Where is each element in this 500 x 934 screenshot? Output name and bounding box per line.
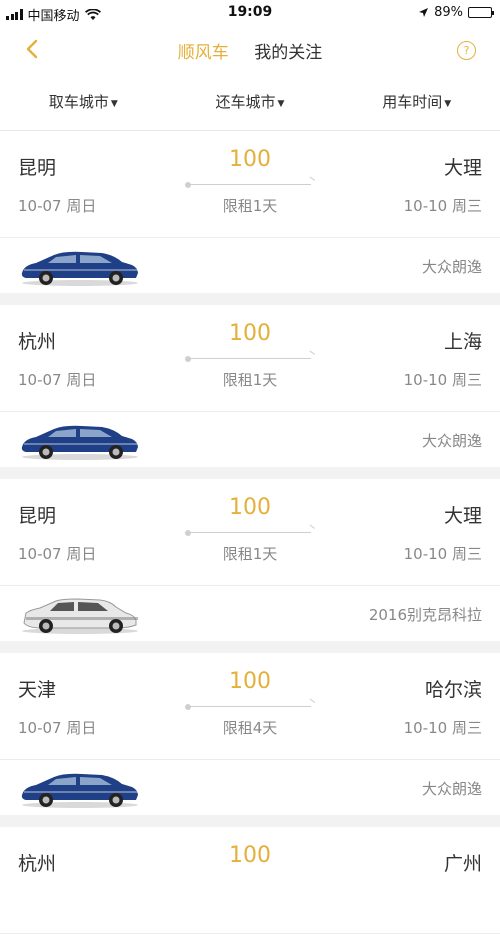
caret-down-icon: ▼ <box>277 99 285 109</box>
status-bar: 中国移动 19:09 89% <box>0 0 500 26</box>
listing-card[interactable]: 杭州 100 广州 <box>0 827 500 934</box>
car-model: 大众朗逸 <box>421 780 482 798</box>
route-arrow-icon <box>185 524 315 536</box>
to-date: 10-10 周三 <box>403 545 482 563</box>
route-row: 杭州 100 广州 <box>0 827 500 934</box>
listing-list: 昆明 100 大理 10-07 周日 限租1天 10-10 周三 大众朗逸 杭州… <box>0 131 500 934</box>
help-icon[interactable]: ? <box>457 41 476 60</box>
to-city: 大理 <box>443 505 482 527</box>
listing-card[interactable]: 天津 100 哈尔滨 10-07 周日 限租4天 10-10 周三 大众朗逸 <box>0 653 500 815</box>
car-model: 2016别克昂科拉 <box>368 606 482 624</box>
to-city: 广州 <box>443 853 482 875</box>
to-city: 上海 <box>443 331 482 353</box>
car-model: 大众朗逸 <box>421 432 482 450</box>
to-city: 大理 <box>443 157 482 179</box>
listing-card[interactable]: 昆明 100 大理 10-07 周日 限租1天 10-10 周三 2016别克昂… <box>0 479 500 641</box>
car-row: 大众朗逸 <box>0 760 500 815</box>
tab-my-follows[interactable]: 我的关注 <box>254 38 322 63</box>
caret-down-icon: ▼ <box>110 99 118 109</box>
caret-down-icon: ▼ <box>444 99 452 109</box>
car-model: 大众朗逸 <box>421 258 482 276</box>
to-city: 哈尔滨 <box>424 679 482 701</box>
listing-card[interactable]: 昆明 100 大理 10-07 周日 限租1天 10-10 周三 大众朗逸 <box>0 131 500 293</box>
price: 100 <box>229 147 271 172</box>
tab-shunfengche[interactable]: 顺风车 <box>178 38 229 63</box>
sedan-car-image <box>21 425 138 460</box>
filter-bar: 取车城市 ▼ 还车城市 ▼ 用车时间 ▼ <box>0 74 500 131</box>
price: 100 <box>229 843 271 868</box>
to-date: 10-10 周三 <box>403 197 482 215</box>
route-row: 杭州 100 上海 10-07 周日 限租1天 10-10 周三 <box>0 305 500 412</box>
to-date: 10-10 周三 <box>403 371 482 389</box>
listing-card[interactable]: 杭州 100 上海 10-07 周日 限租1天 10-10 周三 大众朗逸 <box>0 305 500 467</box>
price: 100 <box>229 321 271 346</box>
battery-icon <box>468 7 494 18</box>
car-row: 大众朗逸 <box>0 238 500 293</box>
nav-tabs: 顺风车 我的关注 <box>0 38 500 63</box>
filter-label: 还车城市 <box>215 93 276 111</box>
location-icon <box>419 8 429 17</box>
route-row: 昆明 100 大理 10-07 周日 限租1天 10-10 周三 <box>0 479 500 586</box>
filter-return-city[interactable]: 还车城市 ▼ <box>167 74 334 130</box>
filter-use-time[interactable]: 用车时间 ▼ <box>333 74 500 130</box>
filter-pickup-city[interactable]: 取车城市 ▼ <box>0 74 167 130</box>
sedan-car-image <box>21 773 138 808</box>
suv-car-image <box>22 598 138 634</box>
car-row: 2016别克昂科拉 <box>0 586 500 641</box>
nav-bar: 顺风车 我的关注 ? <box>0 26 500 74</box>
sedan-car-image <box>21 251 138 286</box>
route-row: 天津 100 哈尔滨 10-07 周日 限租4天 10-10 周三 <box>0 653 500 760</box>
route-arrow-icon <box>185 698 315 710</box>
route-row: 昆明 100 大理 10-07 周日 限租1天 10-10 周三 <box>0 131 500 238</box>
to-date: 10-10 周三 <box>403 719 482 737</box>
car-row: 大众朗逸 <box>0 412 500 467</box>
route-arrow-icon <box>185 176 315 188</box>
filter-label: 取车城市 <box>48 93 109 111</box>
route-arrow-icon <box>185 350 315 362</box>
price: 100 <box>229 495 271 520</box>
filter-label: 用车时间 <box>382 93 443 111</box>
battery-percent: 89% <box>434 5 463 20</box>
